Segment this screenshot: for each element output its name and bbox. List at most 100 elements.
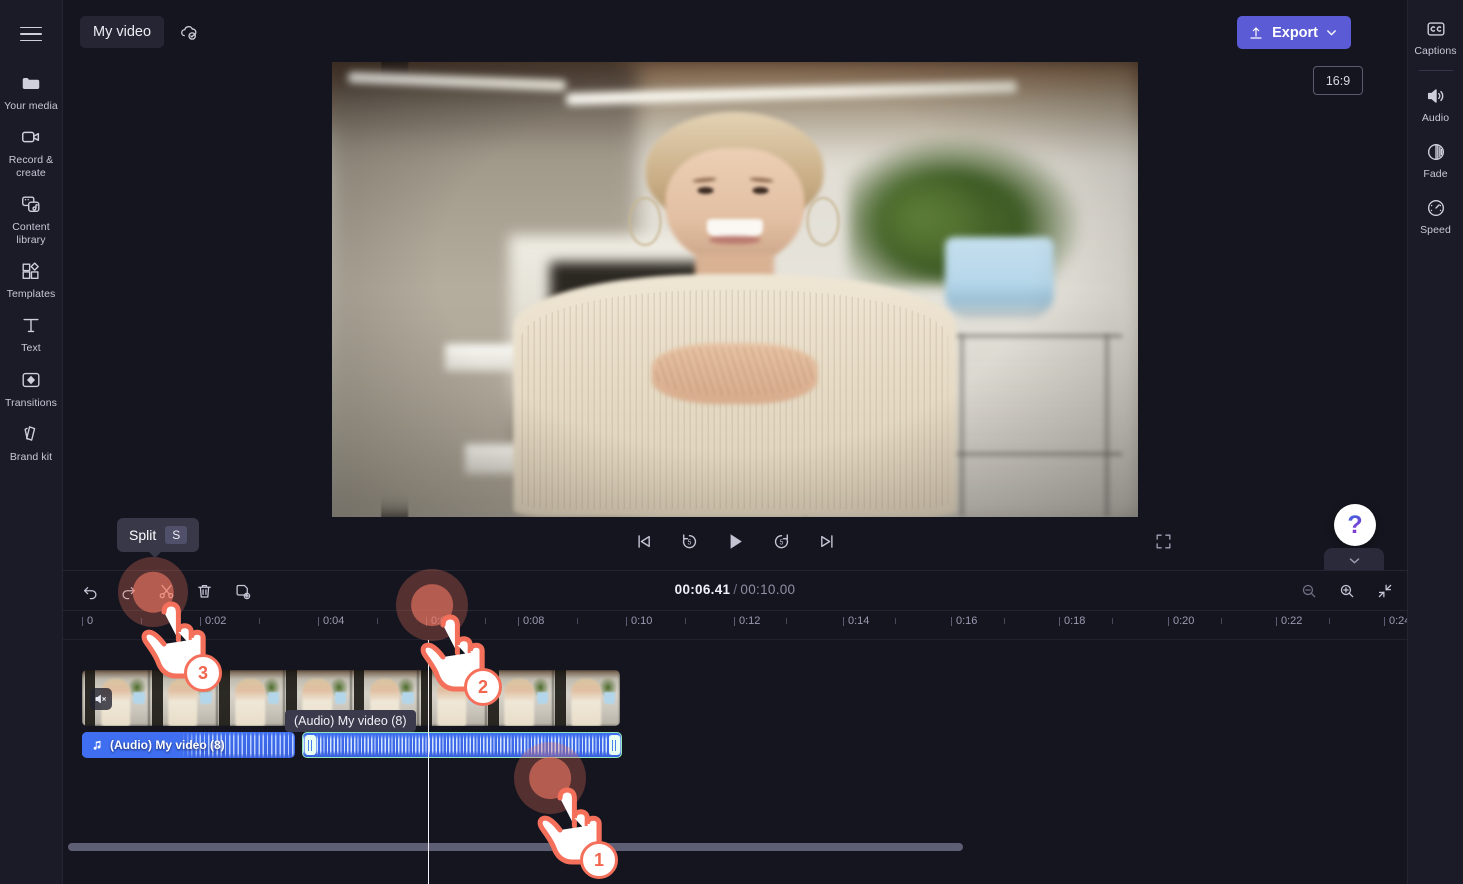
sidebar-item-transitions[interactable]: Transitions xyxy=(0,361,63,415)
panel-item-captions[interactable]: Captions xyxy=(1408,8,1463,64)
chevron-down-icon xyxy=(1349,557,1359,563)
help-button[interactable]: ? xyxy=(1334,504,1376,546)
panel-item-label: Captions xyxy=(1414,45,1457,57)
audio-waveform xyxy=(303,733,621,757)
skip-previous-icon xyxy=(637,534,650,548)
trash-icon xyxy=(197,585,211,598)
skip-to-end-button[interactable] xyxy=(815,529,839,553)
duplicate-button[interactable] xyxy=(227,578,257,605)
audio-clip-label: (Audio) My video (8) xyxy=(110,738,225,752)
zoom-out-button[interactable] xyxy=(1297,579,1321,603)
forward-5s-button[interactable]: 5 xyxy=(769,529,793,553)
brand-kit-icon xyxy=(19,422,43,446)
scissors-icon xyxy=(159,584,173,599)
undo-button[interactable] xyxy=(75,578,105,605)
transitions-icon xyxy=(19,368,43,392)
zoom-out-icon xyxy=(1302,584,1316,598)
media-library-icon xyxy=(19,192,43,216)
video-camera-icon xyxy=(19,125,43,149)
audio-clip-right-trim-handle[interactable] xyxy=(608,735,620,755)
timeline-edit-tools xyxy=(75,578,257,605)
sidebar-item-text[interactable]: Text xyxy=(0,306,63,360)
sidebar-item-label: Templates xyxy=(6,288,56,301)
panel-item-label: Fade xyxy=(1423,168,1448,180)
sidebar-item-content-library[interactable]: Content library xyxy=(0,185,63,252)
clip-mute-toggle[interactable] xyxy=(90,688,112,710)
panel-item-label: Audio xyxy=(1421,112,1450,124)
cloud-saved-icon[interactable] xyxy=(176,20,200,44)
zoom-in-icon xyxy=(1340,584,1354,598)
current-time: 00:06.41 xyxy=(674,582,731,597)
ruler-label: 0:12 xyxy=(739,615,761,627)
skip-next-icon xyxy=(820,534,833,548)
ruler-label: 0:06 xyxy=(431,615,453,627)
timeline-toolbar: 00:06.41/00:10.00 xyxy=(63,570,1407,610)
sidebar-item-label: Transitions xyxy=(4,396,58,409)
fade-contrast-icon xyxy=(1424,140,1448,164)
ruler-label: 0:20 xyxy=(1173,615,1195,627)
audio-clip-1[interactable]: (Audio) My video (8) xyxy=(82,732,295,758)
preview-stage: 16:9 xyxy=(63,62,1407,568)
sidebar-item-templates[interactable]: Templates xyxy=(0,252,63,306)
fit-timeline-button[interactable] xyxy=(1373,579,1397,603)
right-property-panel: Captions Audio Fade Speed xyxy=(1407,0,1463,884)
hamburger-menu-icon[interactable] xyxy=(11,18,51,50)
left-sidebar: Your media Record & create Content libra… xyxy=(0,0,63,884)
audio-clip-label-group: (Audio) My video (8) xyxy=(82,738,225,752)
clip-thumbnail xyxy=(216,670,284,726)
ruler-label: 0:22 xyxy=(1281,615,1303,627)
ruler-label: 0:08 xyxy=(523,615,545,627)
text-icon xyxy=(19,313,43,337)
total-time: 00:10.00 xyxy=(740,582,796,597)
clipchamp-video-editor: Your media Record & create Content libra… xyxy=(0,0,1463,884)
project-title-input[interactable]: My video xyxy=(80,16,165,48)
ruler-label: 0:02 xyxy=(205,615,227,627)
split-button[interactable] xyxy=(151,578,181,605)
redo-icon xyxy=(121,587,135,600)
audio-clip-2-selected[interactable] xyxy=(302,732,622,758)
ruler-label: 0:14 xyxy=(848,615,870,627)
closed-captions-icon xyxy=(1424,17,1448,41)
fullscreen-button[interactable] xyxy=(1151,529,1175,553)
ruler-label: 0:04 xyxy=(323,615,345,627)
play-button[interactable] xyxy=(723,529,747,553)
split-tooltip-label: Split xyxy=(129,527,157,543)
panel-item-label: Speed xyxy=(1420,224,1451,236)
video-preview[interactable] xyxy=(332,62,1138,517)
timeline-playhead[interactable] xyxy=(428,640,430,884)
split-tooltip: Split S xyxy=(117,518,200,558)
playback-controls: 5 5 xyxy=(63,520,1407,562)
undo-icon xyxy=(83,587,97,600)
panel-item-speed[interactable]: Speed xyxy=(1408,187,1463,243)
templates-icon xyxy=(19,259,43,283)
skip-to-start-button[interactable] xyxy=(631,529,655,553)
sidebar-item-your-media[interactable]: Your media xyxy=(0,64,63,118)
sidebar-item-brand-kit[interactable]: Brand kit xyxy=(0,415,63,469)
redo-button[interactable] xyxy=(113,578,143,605)
ruler-label: 0:18 xyxy=(1064,615,1086,627)
scrollbar-thumb[interactable] xyxy=(68,843,963,851)
audio-clip-left-trim-handle[interactable] xyxy=(304,735,316,755)
rewind-5s-button[interactable]: 5 xyxy=(677,529,701,553)
collapse-timeline-button[interactable] xyxy=(1324,548,1384,572)
speedometer-icon xyxy=(1424,196,1448,220)
ruler-label: 0:16 xyxy=(956,615,978,627)
split-tooltip-shortcut: S xyxy=(165,526,188,544)
fullscreen-icon xyxy=(1155,533,1171,549)
panel-item-fade[interactable]: Fade xyxy=(1408,131,1463,187)
forward-5-icon: 5 xyxy=(774,533,788,548)
timeline-ruler[interactable]: 0 0:02 0:04 0:06 0:08 0:10 0:12 0:14 0:1… xyxy=(63,610,1407,640)
video-frame-vignette xyxy=(332,62,1138,517)
sidebar-item-record-create[interactable]: Record & create xyxy=(0,118,63,185)
panel-item-audio[interactable]: Audio xyxy=(1408,75,1463,131)
fit-to-screen-icon xyxy=(1378,584,1392,598)
sidebar-item-label: Your media xyxy=(4,100,58,112)
step-badge-3: 3 xyxy=(184,654,222,692)
zoom-in-button[interactable] xyxy=(1335,579,1359,603)
aspect-ratio-button[interactable]: 16:9 xyxy=(1313,66,1363,95)
timeline-zoom-controls xyxy=(1297,579,1397,603)
timeline-horizontal-scrollbar[interactable] xyxy=(63,843,1407,851)
export-button[interactable]: Export xyxy=(1237,16,1351,49)
delete-button[interactable] xyxy=(189,578,219,605)
speaker-icon xyxy=(1424,84,1448,108)
